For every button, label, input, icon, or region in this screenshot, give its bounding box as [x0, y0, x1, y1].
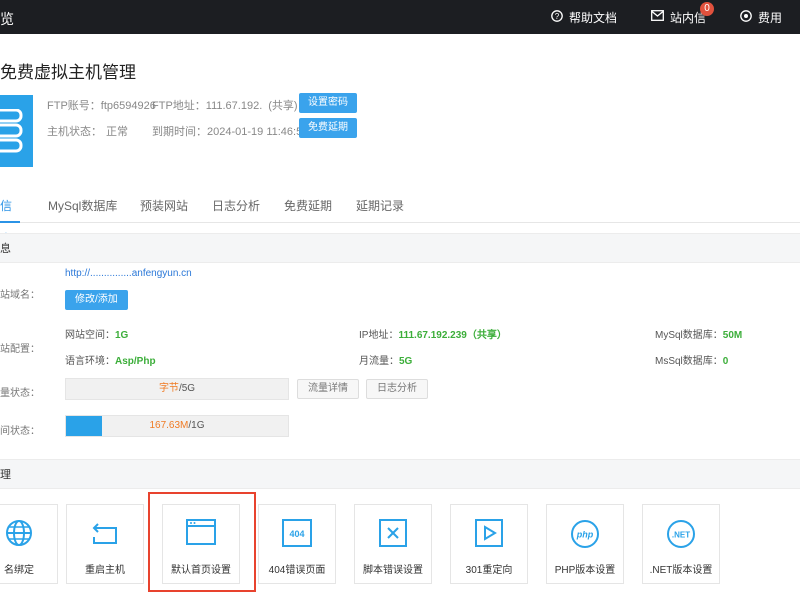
server-icon [0, 109, 23, 153]
set-password-button[interactable]: 设置密码 [299, 93, 357, 113]
tab-free-extend[interactable]: 免费延期 [284, 190, 332, 223]
restart-icon [90, 519, 120, 550]
tab-mysql[interactable]: MySql数据库 [48, 190, 117, 223]
traffic-detail-button[interactable]: 流量详情 [297, 379, 359, 399]
monthly-traffic-value: 5G [399, 356, 413, 367]
help-docs-label: 帮助文档 [568, 10, 617, 25]
traffic-used: 字节 [158, 383, 179, 394]
expire-time-value: 2024-01-19 11:46:57 [207, 126, 309, 138]
globe-icon [5, 519, 33, 550]
host-status-label: 主机状态： [47, 126, 102, 138]
traffic-status-label: 量状态： [0, 388, 40, 399]
host-status-value: 正常 [106, 126, 128, 138]
free-extend-button[interactable]: 免费延期 [299, 118, 357, 138]
language-env: 语言环境：Asp/Php [65, 352, 156, 367]
space-progress-bar: 167.63M/1G [65, 415, 289, 437]
ip-address: IP地址：111.67.192.239（共享） [359, 326, 507, 341]
tool-php-version[interactable]: php PHP版本设置 [546, 504, 624, 584]
tool-301-redirect[interactable]: 301重定向 [450, 504, 528, 584]
close-box-icon [379, 519, 407, 550]
section-header-manage: 理 [0, 459, 800, 489]
top-bar: 览 ? 帮助文档 站内信 0 费用 [0, 0, 800, 34]
help-docs-link[interactable]: ? 帮助文档 [551, 9, 617, 26]
ftp-account-label: FTP账号： [47, 100, 101, 112]
tool-restart-host-label: 重启主机 [85, 565, 125, 576]
ftp-address-label: FTP地址： [152, 100, 206, 112]
domain-link[interactable]: http://...............anfengyun.cn [65, 268, 192, 279]
ip-address-value: 111.67.192.239（共享） [398, 330, 507, 341]
space-total: /1G [188, 420, 205, 431]
ftp-address-value: 111.67.192. [205, 100, 263, 112]
mssql-quota-value: 0 [722, 356, 729, 367]
web-space-label: 网站空间： [65, 330, 115, 341]
host-logo [0, 95, 33, 167]
space-progress-text: 167.63M/1G [66, 416, 288, 436]
ftp-account-value: ftp6594926 [100, 100, 156, 112]
php-icon: php [570, 519, 600, 552]
monthly-traffic: 月流量：5G [359, 352, 412, 367]
mysql-quota: MySql数据库：50M [655, 326, 742, 341]
tab-preinstall-site[interactable]: 预装网站 [140, 190, 188, 223]
traffic-progress-text: 字节/5G [66, 379, 288, 399]
language-env-label: 语言环境： [65, 356, 115, 367]
mssql-quota-label: MsSql数据库： [655, 356, 723, 367]
tab-info[interactable]: 信息 [0, 190, 20, 246]
config-label: 站配置： [0, 344, 40, 355]
messages-count-badge: 0 [699, 1, 714, 16]
mssql-quota: MsSql数据库：0 [655, 352, 728, 367]
billing-link[interactable]: 费用 [740, 9, 782, 26]
tool-domain-binding-label: 名绑定 [4, 565, 34, 576]
mysql-quota-value: 50M [722, 330, 743, 341]
redirect-icon [475, 519, 503, 550]
tool-dotnet-version[interactable]: .NET .NET版本设置 [642, 504, 720, 584]
log-analysis-button[interactable]: 日志分析 [366, 379, 428, 399]
web-space: 网站空间：1G [65, 326, 128, 341]
language-env-value: Asp/Php [115, 356, 156, 367]
tool-script-error[interactable]: 脚本错误设置 [354, 504, 432, 584]
tool-404-page-label: 404错误页面 [268, 565, 326, 576]
space-status-label: 间状态： [0, 426, 40, 437]
expire-time: 到期时间：2024-01-19 11:46:57 [152, 123, 308, 139]
traffic-progress-bar: 字节/5G [65, 378, 289, 400]
tool-dotnet-version-label: .NET版本设置 [649, 565, 713, 576]
help-icon: ? [551, 9, 563, 25]
tab-bar: 信息 MySql数据库 预装网站 日志分析 免费延期 延期记录 [0, 190, 800, 246]
page-title: 免费虚拟主机管理 [0, 63, 136, 82]
tool-script-error-label: 脚本错误设置 [363, 565, 423, 576]
tool-301-redirect-label: 301重定向 [465, 565, 513, 576]
expire-time-label: 到期时间： [152, 126, 207, 138]
svg-text:.NET: .NET [672, 531, 690, 540]
ftp-address: FTP地址：111.67.192. (共享) [152, 97, 298, 113]
tab-log-analysis[interactable]: 日志分析 [212, 190, 260, 223]
tool-php-version-label: PHP版本设置 [554, 565, 616, 576]
dotnet-icon: .NET [666, 519, 696, 552]
billing-label: 费用 [757, 10, 782, 25]
messages-link[interactable]: 站内信 0 [651, 1, 714, 26]
top-nav: ? 帮助文档 站内信 0 费用 [517, 0, 782, 34]
edit-domain-button[interactable]: 修改/添加 [65, 290, 128, 310]
domain-label: 站域名： [0, 290, 40, 301]
tab-extend-records[interactable]: 延期记录 [356, 190, 404, 223]
ip-address-label: IP地址： [359, 330, 399, 341]
space-used: 167.63M [149, 420, 189, 431]
tool-domain-binding[interactable]: 名绑定 [0, 504, 58, 584]
mysql-quota-label: MySql数据库： [655, 330, 723, 341]
host-status: 主机状态： 正常 [47, 123, 128, 139]
brand-text: 览 [0, 11, 14, 27]
billing-icon [740, 9, 752, 25]
404-icon: 404 [282, 519, 312, 550]
mail-icon [651, 10, 664, 24]
highlight-box [148, 492, 256, 592]
tool-404-page[interactable]: 404 404错误页面 [258, 504, 336, 584]
svg-text:404: 404 [289, 529, 304, 539]
section-header-info: 息 [0, 233, 800, 263]
ftp-account: FTP账号：ftp6594926 [47, 97, 156, 113]
monthly-traffic-label: 月流量： [359, 356, 399, 367]
traffic-total: /5G [178, 383, 196, 394]
ftp-shared-tag: (共享) [268, 100, 298, 112]
svg-text:?: ? [555, 12, 560, 21]
tool-restart-host[interactable]: 重启主机 [66, 504, 144, 584]
web-space-value: 1G [115, 330, 129, 341]
svg-text:php: php [576, 530, 594, 540]
